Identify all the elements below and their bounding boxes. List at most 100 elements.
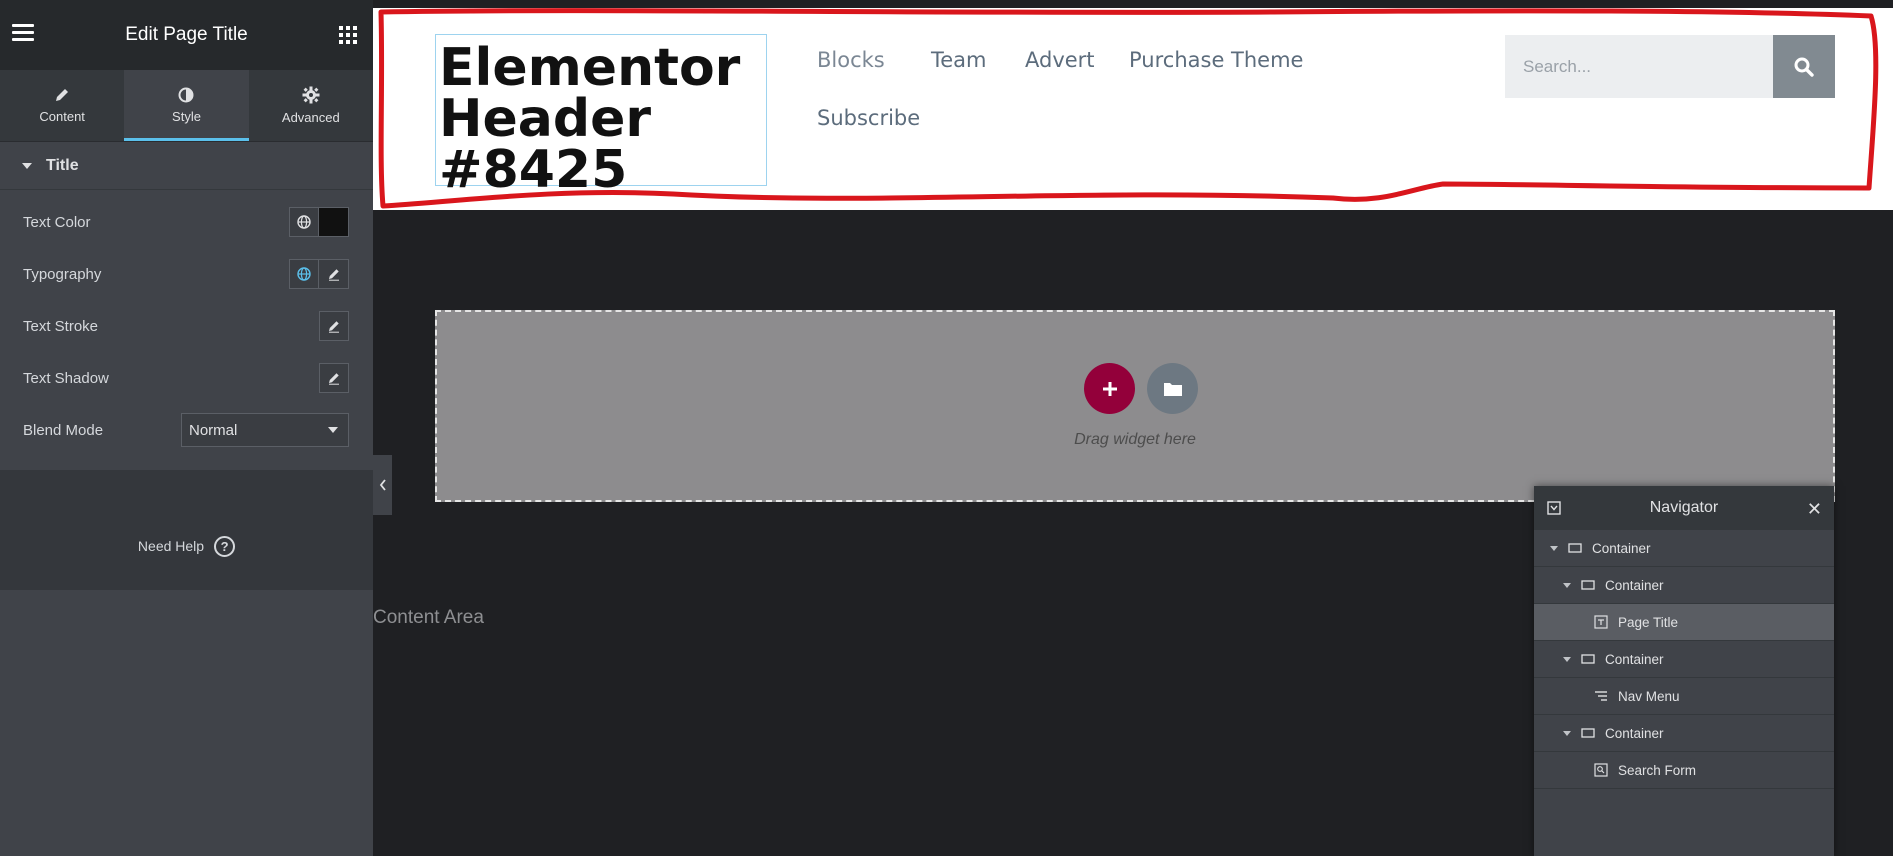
edit-text-stroke-button[interactable]	[319, 311, 349, 341]
canvas-top-strip	[373, 0, 1893, 8]
close-icon[interactable]: ✕	[1807, 499, 1822, 520]
need-help-link[interactable]: Need Help ?	[137, 534, 236, 558]
navigator-item-container[interactable]: Container	[1534, 641, 1834, 678]
control-text-shadow: Text Shadow	[0, 352, 373, 404]
search-form	[1505, 35, 1835, 98]
content-area-label: Content Area	[373, 607, 484, 628]
tab-content-label: Content	[39, 109, 85, 124]
chevron-down-icon	[328, 427, 338, 433]
drag-widget-hint: Drag widget here	[1074, 431, 1196, 448]
navigator-item-label: Nav Menu	[1618, 688, 1680, 704]
site-title-line: Elementor	[439, 38, 741, 98]
navigator-item-label: Container	[1605, 725, 1664, 741]
half-circle-icon	[178, 87, 194, 103]
control-label: Blend Mode	[23, 421, 104, 439]
help-area: Need Help ?	[0, 470, 373, 590]
navigator-item-container[interactable]: Container	[1534, 530, 1834, 567]
globe-icon	[297, 267, 311, 281]
gear-icon	[302, 86, 320, 104]
panel-header: Edit Page Title	[0, 0, 373, 70]
control-label: Text Shadow	[23, 369, 109, 387]
caret-down-icon	[22, 162, 32, 169]
panel-tabs: Content Style Advanced	[0, 70, 373, 142]
navigator-header[interactable]: Navigator ✕	[1534, 486, 1834, 530]
page-title-icon	[1594, 615, 1608, 629]
need-help-label: Need Help	[137, 538, 205, 554]
navigator-item-search-form[interactable]: Search Form	[1534, 752, 1834, 789]
pencil-icon	[328, 269, 339, 281]
navigator-item-label: Container	[1605, 651, 1664, 667]
blend-mode-select[interactable]: Normal	[181, 413, 349, 447]
container-icon	[1581, 580, 1595, 590]
search-input[interactable]	[1505, 35, 1773, 98]
hamburger-menu-icon[interactable]	[12, 24, 34, 44]
text-color-picker[interactable]	[319, 207, 349, 237]
site-header: Elementor Header #8425 Blocks Team Adver…	[373, 8, 1893, 210]
nav-menu-icon	[1594, 690, 1608, 702]
panel-footer-space	[0, 590, 373, 856]
widgets-grid-icon[interactable]	[339, 26, 357, 44]
navigator-item-label: Container	[1605, 577, 1664, 593]
edit-text-shadow-button[interactable]	[319, 363, 349, 393]
panel-title: Edit Page Title	[125, 24, 248, 45]
plus-icon	[1102, 381, 1117, 396]
global-colors-button[interactable]	[289, 207, 319, 237]
navigator-item-nav-menu[interactable]: Nav Menu	[1534, 678, 1834, 715]
container-icon	[1581, 654, 1595, 664]
control-label: Text Color	[23, 213, 91, 231]
nav-link-team[interactable]: Team	[931, 48, 987, 72]
control-blend-mode: Blend Mode Normal	[0, 404, 373, 456]
blend-mode-value: Normal	[189, 421, 238, 439]
page-title-widget[interactable]: Elementor Header #8425	[435, 34, 767, 196]
navigator-item-container[interactable]: Container	[1534, 567, 1834, 604]
navigator-item-label: Container	[1592, 540, 1651, 556]
navigator-panel: Navigator ✕ Container Container Page Tit…	[1534, 486, 1834, 856]
nav-link-subscribe[interactable]: Subscribe	[817, 106, 920, 130]
section-toggle-title[interactable]: Title	[0, 142, 373, 190]
pencil-icon	[329, 321, 339, 333]
collapse-all-icon[interactable]	[1547, 501, 1561, 515]
pencil-icon	[56, 89, 69, 101]
container-icon	[1581, 728, 1595, 738]
globe-icon	[297, 215, 311, 229]
collapse-panel-button[interactable]	[373, 455, 392, 515]
question-circle-icon: ?	[214, 535, 236, 557]
site-title-line: Header	[439, 89, 652, 149]
add-section-button[interactable]	[1084, 363, 1135, 414]
control-label: Text Stroke	[23, 317, 99, 335]
tab-content[interactable]: Content	[0, 70, 124, 141]
control-text-color: Text Color	[0, 196, 373, 248]
navigator-item-label: Page Title	[1618, 614, 1679, 630]
add-template-button[interactable]	[1147, 363, 1198, 414]
search-button[interactable]	[1773, 35, 1835, 98]
search-form-icon	[1594, 763, 1608, 777]
expand-toggle-icon[interactable]	[1550, 545, 1558, 551]
folder-icon	[1163, 382, 1182, 396]
control-text-stroke: Text Stroke	[0, 300, 373, 352]
pencil-icon	[329, 373, 339, 385]
expand-toggle-icon[interactable]	[1563, 582, 1571, 588]
editor-panel: Edit Page Title Content Style Advanced T…	[0, 0, 373, 856]
navigator-title: Navigator	[1649, 499, 1719, 516]
control-typography: Typography	[0, 248, 373, 300]
expand-toggle-icon[interactable]	[1563, 730, 1571, 736]
edit-typography-button[interactable]	[319, 259, 349, 289]
control-label: Typography	[23, 265, 102, 283]
expand-toggle-icon[interactable]	[1563, 656, 1571, 662]
tab-advanced-label: Advanced	[281, 110, 340, 125]
nav-link-blocks[interactable]: Blocks	[817, 48, 885, 72]
site-title-line: #8425	[439, 140, 628, 200]
navigator-item-page-title[interactable]: Page Title	[1534, 604, 1834, 641]
search-icon	[1794, 57, 1814, 77]
tab-advanced[interactable]: Advanced	[249, 70, 373, 141]
chevron-left-icon	[379, 479, 386, 491]
nav-link-purchase-theme[interactable]: Purchase Theme	[1129, 48, 1303, 72]
global-fonts-button[interactable]	[289, 259, 319, 289]
nav-link-advert[interactable]: Advert	[1025, 48, 1095, 72]
section-title-label: Title	[46, 156, 79, 174]
navigator-item-container[interactable]: Container	[1534, 715, 1834, 752]
navigator-item-label: Search Form	[1618, 762, 1697, 778]
container-icon	[1568, 543, 1582, 553]
empty-section-drop-zone[interactable]: Drag widget here	[435, 310, 1835, 502]
tab-style[interactable]: Style	[124, 70, 249, 141]
